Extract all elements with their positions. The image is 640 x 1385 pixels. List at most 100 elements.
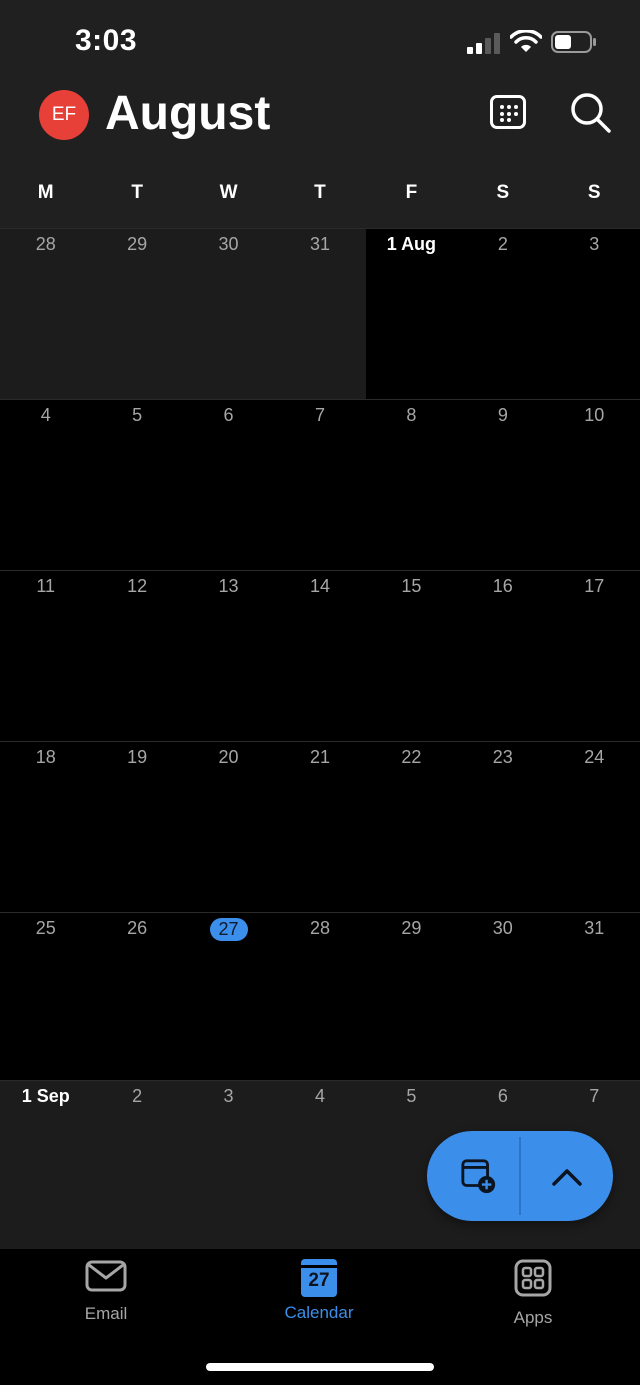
day-cell[interactable]: 30 <box>182 229 275 399</box>
day-cell[interactable]: 13 <box>183 571 274 741</box>
day-number: 31 <box>309 234 330 254</box>
day-number: 29 <box>127 234 148 254</box>
today-marker: 27 <box>209 918 248 941</box>
day-cell[interactable]: 29 <box>366 913 457 1083</box>
week-row: 28 29 30 31 1 Aug 2 3 <box>0 228 640 399</box>
day-cell[interactable]: 8 <box>366 400 457 570</box>
weekday-label: M <box>37 182 54 203</box>
day-cell[interactable]: 11 <box>0 571 91 741</box>
day-cell[interactable]: 2 <box>457 229 548 399</box>
day-cell[interactable]: 28 <box>0 229 92 399</box>
day-cell[interactable]: 21 <box>274 742 365 912</box>
new-event-button[interactable] <box>427 1131 519 1221</box>
day-number: 22 <box>401 747 422 767</box>
day-cell[interactable]: 24 <box>549 742 640 912</box>
week-row: 25 26 27 28 29 30 31 <box>0 912 640 1083</box>
day-cell[interactable]: 25 <box>0 913 91 1083</box>
battery-icon <box>551 31 596 53</box>
day-number: 11 <box>36 576 56 596</box>
weekday-label: T <box>131 182 143 203</box>
day-cell[interactable]: 20 <box>183 742 274 912</box>
tab-label: Calendar <box>284 1303 354 1322</box>
day-number: 24 <box>584 747 605 767</box>
status-bar: 3:03 <box>0 0 640 80</box>
day-cell[interactable]: 22 <box>366 742 457 912</box>
day-number: 26 <box>127 918 148 938</box>
expand-button[interactable] <box>521 1131 613 1221</box>
day-number: 3 <box>223 1086 234 1106</box>
search-icon[interactable] <box>570 92 612 134</box>
day-number: 13 <box>218 576 239 596</box>
day-cell[interactable]: 1 Sep <box>0 1081 91 1251</box>
day-cell[interactable]: 17 <box>549 571 640 741</box>
day-cell[interactable]: 5 <box>91 400 182 570</box>
day-cell[interactable]: 28 <box>274 913 365 1083</box>
day-cell[interactable]: 23 <box>457 742 548 912</box>
tab-email[interactable]: Email <box>26 1259 186 1324</box>
day-cell[interactable]: 10 <box>549 400 640 570</box>
day-number: 28 <box>309 918 330 938</box>
day-cell[interactable]: 16 <box>457 571 548 741</box>
day-number: 7 <box>314 405 325 425</box>
day-cell[interactable]: 30 <box>457 913 548 1083</box>
new-event-icon <box>461 1159 496 1194</box>
mail-icon <box>85 1260 127 1292</box>
home-indicator[interactable] <box>206 1363 434 1371</box>
day-number: 28 <box>35 234 56 254</box>
day-number: 4 <box>314 1086 325 1106</box>
day-cell[interactable]: 6 <box>183 400 274 570</box>
week-row: 11 12 13 14 15 16 17 <box>0 570 640 741</box>
calendar-header: EF August M T W T F S S <box>0 80 640 228</box>
day-number: 9 <box>497 405 508 425</box>
weekday-label: S <box>587 182 601 203</box>
day-number: 30 <box>492 918 513 938</box>
day-number: 6 <box>497 1086 508 1106</box>
weekday-label: F <box>405 182 418 203</box>
page-title[interactable]: August <box>105 86 270 141</box>
calendar-grid-icon <box>500 105 518 122</box>
day-number: 29 <box>401 918 422 938</box>
tab-label: Apps <box>513 1308 553 1327</box>
day-cell[interactable]: 3 <box>549 229 640 399</box>
day-number: 15 <box>401 576 422 596</box>
day-number: 27 <box>183 918 274 941</box>
calendar-view-button[interactable] <box>490 95 526 129</box>
day-cell[interactable]: 12 <box>91 571 182 741</box>
day-cell[interactable]: 9 <box>457 400 548 570</box>
day-number: 12 <box>127 576 148 596</box>
day-cell[interactable]: 29 <box>91 229 183 399</box>
day-number: 4 <box>40 405 51 425</box>
calendar-icon: 27 <box>301 1259 337 1297</box>
week-row: 18 19 20 21 22 23 24 <box>0 741 640 912</box>
day-cell[interactable]: 4 <box>0 400 91 570</box>
day-cell-today[interactable]: 27 <box>183 913 274 1083</box>
day-cell[interactable]: 4 <box>274 1081 365 1251</box>
day-cell[interactable]: 7 <box>274 400 365 570</box>
status-time: 3:03 <box>75 24 138 57</box>
day-number: 16 <box>492 576 513 596</box>
day-cell[interactable]: 3 <box>183 1081 274 1251</box>
wifi-icon <box>510 30 542 52</box>
day-number: 5 <box>132 405 143 425</box>
day-cell[interactable]: 14 <box>274 571 365 741</box>
day-cell[interactable]: 19 <box>91 742 182 912</box>
tab-apps[interactable]: Apps <box>453 1259 613 1328</box>
day-number: 5 <box>406 1086 417 1106</box>
day-cell[interactable]: 15 <box>366 571 457 741</box>
day-cell[interactable]: 31 <box>274 229 366 399</box>
day-cell[interactable]: 18 <box>0 742 91 912</box>
calendar-badge: 27 <box>308 1270 330 1291</box>
avatar[interactable]: EF <box>39 90 89 140</box>
day-cell[interactable]: 1 Aug <box>366 229 457 399</box>
weekday-header: M T W T F S S <box>0 170 640 210</box>
day-cell[interactable]: 2 <box>91 1081 182 1251</box>
cellular-signal-icon <box>467 33 500 54</box>
day-number: 31 <box>584 918 605 938</box>
day-number: 23 <box>492 747 513 767</box>
chevron-up-icon <box>552 1169 582 1186</box>
day-number: 3 <box>589 234 600 254</box>
tab-calendar[interactable]: 27 Calendar <box>239 1259 399 1323</box>
day-cell[interactable]: 26 <box>91 913 182 1083</box>
day-number: 10 <box>584 405 605 425</box>
day-cell[interactable]: 31 <box>549 913 640 1083</box>
